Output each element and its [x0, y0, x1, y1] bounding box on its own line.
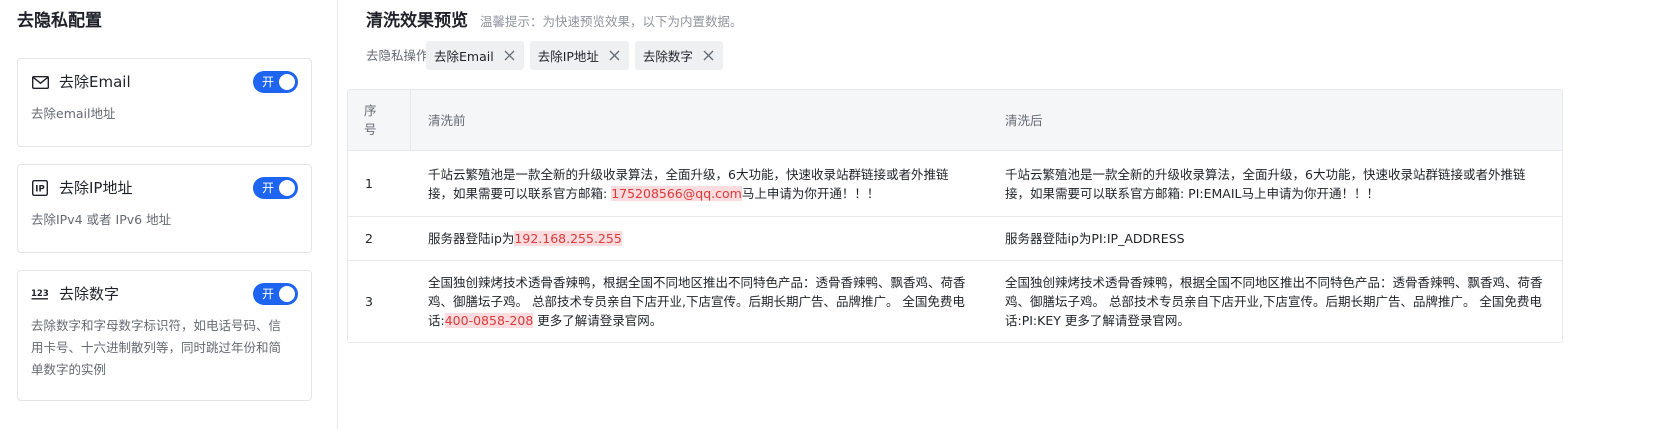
- card-description-line: 单数字的实例: [31, 362, 107, 377]
- header-index: 序号: [348, 90, 411, 150]
- row-before: 服务器登陆ip为192.168.255.255: [411, 217, 988, 260]
- row-before: 全国独创辣烤技术透骨香辣鸭，根据全国不同地区推出不同特色产品：透骨香辣鸭、飘香鸡…: [411, 261, 988, 342]
- table-row: 1 千站云繁殖池是一款全新的升级收录算法，全面升级，6大功能，快速收录站群链接或…: [348, 150, 1562, 216]
- table-header-row: 序号 清洗前 清洗后: [348, 90, 1562, 150]
- close-icon[interactable]: [703, 50, 715, 62]
- card-title: 去除Email: [59, 73, 131, 91]
- row-after: 服务器登陆ip为PI:IP_ADDRESS: [1005, 231, 1185, 246]
- row-index: 2: [365, 231, 373, 246]
- table-row: 3 全国独创辣烤技术透骨香辣鸭，根据全国不同地区推出不同特色产品：透骨香辣鸭、飘…: [348, 260, 1562, 342]
- header-before: 清洗前: [411, 90, 988, 150]
- card-header: 去除Email 开: [31, 68, 298, 96]
- card-header: IP 去除IP地址 开: [31, 174, 298, 202]
- toggle-knob: [279, 180, 295, 196]
- header-index-label: 序号: [364, 103, 377, 137]
- row-index: 1: [365, 176, 373, 191]
- card-header: 123 去除数字 开: [31, 280, 298, 308]
- toggle-label: 开: [262, 181, 275, 195]
- preview-title: 清洗效果预览: [366, 11, 468, 31]
- numbers-icon: 123: [31, 285, 49, 303]
- card-description: 去除email地址: [31, 106, 116, 121]
- toggle-knob: [279, 74, 295, 90]
- ip-icon: IP: [31, 179, 49, 197]
- close-icon[interactable]: [609, 50, 621, 62]
- card-title: 去除IP地址: [59, 179, 133, 197]
- before-text: 服务器登陆ip为: [428, 231, 515, 246]
- row-after: 千站云繁殖池是一款全新的升级收录算法，全面升级，6大功能，快速收录站群链接或者外…: [1005, 166, 1526, 201]
- email-removal-card: 去除Email 开 去除email地址: [17, 58, 312, 147]
- email-toggle-switch[interactable]: 开: [253, 71, 298, 93]
- card-description: 去除IPv4 或者 IPv6 地址: [31, 212, 172, 227]
- operation-tag: 去除数字: [634, 41, 723, 70]
- privacy-config-panel: 去隐私配置 去除Email 开 去除email地址 IP 去除IP地址 开 去除…: [0, 0, 338, 429]
- operation-tags: 去除Email 去除IP地址 去除数字: [426, 41, 729, 70]
- card-description-line: 用卡号、十六进制散列等，同时跳过年份和简: [31, 340, 282, 355]
- highlighted-sensitive-text: 175208566@qq.com: [611, 185, 742, 201]
- before-text: 马上申请为你开通！！！: [741, 185, 880, 201]
- preview-tip: 温馨提示：为快速预览效果，以下为内置数据。: [480, 14, 743, 29]
- card-description: 去除数字和字母数字标识符，如电话号码、信 用卡号、十六进制散列等，同时跳过年份和…: [31, 315, 298, 381]
- card-description-line: 去除数字和字母数字标识符，如电话号码、信: [31, 318, 282, 333]
- numbers-toggle-switch[interactable]: 开: [253, 283, 298, 305]
- panel-title: 去隐私配置: [17, 11, 102, 31]
- toggle-knob: [279, 286, 295, 302]
- tag-label: 去除IP地址: [537, 49, 599, 64]
- operation-tag: 去除IP地址: [529, 41, 629, 70]
- preview-panel: 清洗效果预览 温馨提示：为快速预览效果，以下为内置数据。 去隐私操作: 去除Em…: [339, 0, 1657, 429]
- header-after: 清洗后: [1005, 112, 1043, 128]
- ip-toggle-switch[interactable]: 开: [253, 177, 298, 199]
- row-index: 3: [365, 294, 373, 309]
- row-after: 全国独创辣烤技术透骨香辣鸭，根据全国不同地区推出不同特色产品：透骨香辣鸭、飘香鸡…: [1005, 275, 1543, 328]
- close-icon[interactable]: [504, 50, 516, 62]
- ip-removal-card: IP 去除IP地址 开 去除IPv4 或者 IPv6 地址: [17, 164, 312, 253]
- operation-tag: 去除Email: [426, 41, 524, 70]
- svg-text:IP: IP: [35, 185, 44, 195]
- numbers-removal-card: 123 去除数字 开 去除数字和字母数字标识符，如电话号码、信 用卡号、十六进制…: [17, 270, 312, 401]
- highlighted-sensitive-text: 192.168.255.255: [514, 231, 622, 246]
- toggle-label: 开: [262, 75, 275, 89]
- row-before: 千站云繁殖池是一款全新的升级收录算法，全面升级，6大功能，快速收录站群链接或者外…: [411, 151, 988, 216]
- tag-label: 去除Email: [434, 49, 494, 64]
- toggle-label: 开: [262, 287, 275, 301]
- highlighted-sensitive-text: 400-0858-208: [444, 313, 534, 328]
- mail-icon: [31, 73, 49, 91]
- preview-table: 序号 清洗前 清洗后 1 千站云繁殖池是一款全新的升级收录算法，全面升级，6大功…: [347, 89, 1563, 343]
- card-title: 去除数字: [59, 285, 120, 303]
- before-text: 更多了解请登录官网。: [533, 313, 663, 328]
- svg-text:123: 123: [31, 289, 49, 299]
- table-row: 2 服务器登陆ip为192.168.255.255 服务器登陆ip为PI:IP_…: [348, 216, 1562, 260]
- operations-label: 去隐私操作:: [366, 48, 433, 63]
- tag-label: 去除数字: [642, 49, 693, 64]
